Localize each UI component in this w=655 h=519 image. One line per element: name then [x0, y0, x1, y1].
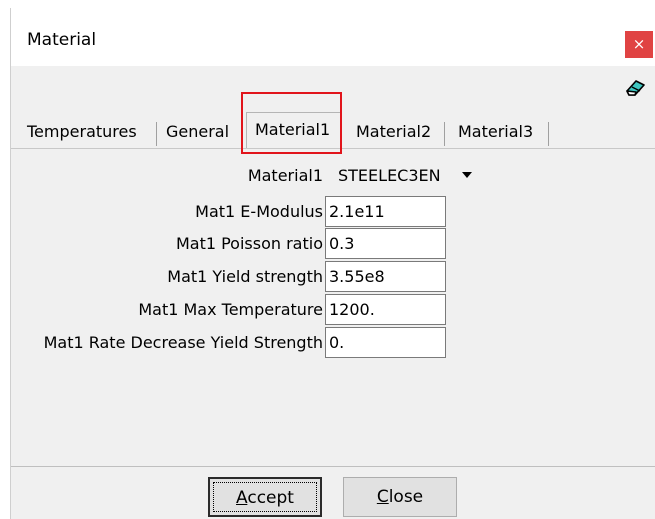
tab-temperatures[interactable]: Temperatures: [19, 116, 145, 148]
material-select[interactable]: STEELEC3EN: [338, 166, 441, 185]
material-dialog: Material × Temperatures General Material…: [10, 8, 655, 519]
title-bar: Material ×: [11, 8, 655, 66]
poisson-ratio-field[interactable]: 0.3: [325, 228, 446, 259]
close-button[interactable]: Close: [343, 477, 457, 517]
rate-decrease-label: Mat1 Rate Decrease Yield Strength: [43, 333, 323, 352]
max-temperature-label: Mat1 Max Temperature: [138, 300, 323, 319]
yield-strength-field[interactable]: 3.55e8: [325, 261, 446, 292]
poisson-ratio-label: Mat1 Poisson ratio: [175, 234, 323, 253]
tab-separator: [156, 122, 157, 146]
tab-separator: [444, 122, 445, 146]
focus-ring: [213, 482, 317, 512]
max-temperature-field[interactable]: 1200.: [325, 294, 446, 325]
button-bar-divider: [11, 466, 655, 467]
eraser-icon[interactable]: [623, 76, 647, 100]
tab-separator: [548, 122, 549, 146]
window-title: Material: [27, 30, 97, 50]
accept-button[interactable]: Accept: [208, 477, 322, 517]
tab-material2[interactable]: Material2: [348, 116, 439, 148]
rate-decrease-field[interactable]: 0.: [325, 327, 446, 358]
e-modulus-field[interactable]: 2.1e11: [325, 196, 446, 227]
close-label: lose: [388, 487, 424, 507]
highlight-annotation: [241, 92, 342, 154]
material-select-label: Material1: [247, 166, 323, 185]
close-window-button[interactable]: ×: [625, 31, 653, 58]
close-mnemonic: C: [376, 487, 389, 507]
chevron-down-icon[interactable]: [462, 172, 472, 178]
yield-strength-label: Mat1 Yield strength: [167, 267, 323, 286]
tab-general[interactable]: General: [158, 116, 237, 148]
e-modulus-label: Mat1 E-Modulus: [195, 202, 323, 221]
tab-material3[interactable]: Material3: [450, 116, 541, 148]
